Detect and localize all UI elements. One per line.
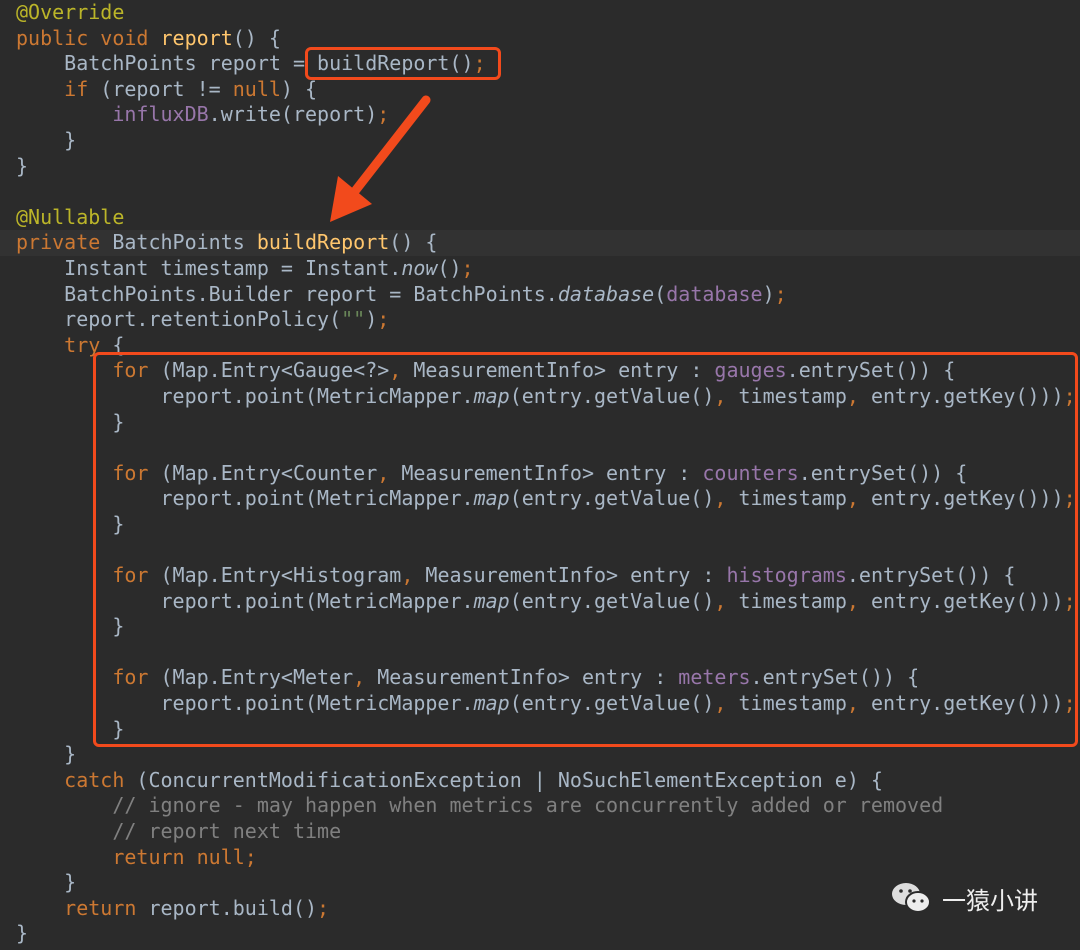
arrow-icon [330,95,431,222]
wechat-icon [892,883,931,913]
watermark-text: 一猿小讲 [942,886,1038,915]
watermark: 一猿小讲 [890,880,1038,916]
